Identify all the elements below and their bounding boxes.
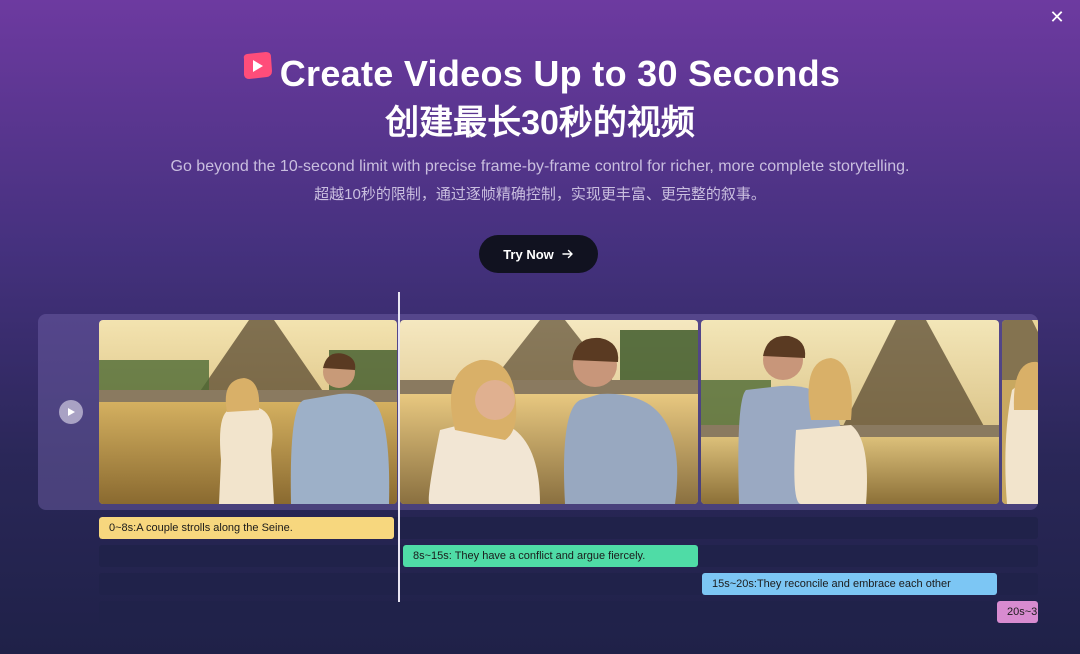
title-row: Create Videos Up to 30 Seconds xyxy=(0,50,1080,98)
video-timeline-panel xyxy=(38,314,1038,510)
couple-arguing-frame[interactable] xyxy=(400,320,698,504)
couple-walking-frame[interactable] xyxy=(99,320,397,504)
track-4: 20s~3 xyxy=(99,601,1038,623)
partial-frame[interactable] xyxy=(1002,320,1038,504)
clip-2[interactable]: 8s~15s: They have a conflict and argue f… xyxy=(403,545,698,567)
arrow-right-icon xyxy=(562,249,573,259)
clip-4[interactable]: 20s~3 xyxy=(997,601,1038,623)
clip-3-label: 15s~20s:They reconcile and embrace each … xyxy=(712,578,951,590)
couple-embracing-frame[interactable] xyxy=(701,320,999,504)
page-title: Create Videos Up to 30 Seconds xyxy=(279,53,841,94)
clip-3[interactable]: 15s~20s:They reconcile and embrace each … xyxy=(702,573,997,595)
play-button[interactable] xyxy=(59,400,83,424)
header: Create Videos Up to 30 Seconds 创建最长30秒的视… xyxy=(0,50,1080,206)
track-1: 0~8s:A couple strolls along the Seine. xyxy=(99,517,1038,539)
frame-strip xyxy=(99,320,1038,504)
clip-2-label: 8s~15s: They have a conflict and argue f… xyxy=(413,550,646,562)
try-now-button[interactable]: Try Now xyxy=(479,235,598,273)
playhead[interactable] xyxy=(398,292,400,602)
subtitle: Go beyond the 10-second limit with preci… xyxy=(170,158,910,175)
clip-4-label: 20s~3 xyxy=(1007,606,1038,618)
track-3: 15s~20s:They reconcile and embrace each … xyxy=(99,573,1038,595)
close-button[interactable]: ✕ xyxy=(1046,6,1068,28)
subtitle-cn: 超越10秒的限制，通过逐帧精确控制，实现更丰富、更完整的叙事。 xyxy=(314,186,766,203)
try-now-label: Try Now xyxy=(503,246,554,262)
logo-icon xyxy=(243,52,272,79)
page-title-cn: 创建最长30秒的视频 xyxy=(385,104,695,142)
clip-1-label: 0~8s:A couple strolls along the Seine. xyxy=(109,522,293,534)
play-icon xyxy=(68,408,75,416)
track-2: 8s~15s: They have a conflict and argue f… xyxy=(99,545,1038,567)
clip-1[interactable]: 0~8s:A couple strolls along the Seine. xyxy=(99,517,394,539)
close-icon: ✕ xyxy=(1049,6,1065,27)
